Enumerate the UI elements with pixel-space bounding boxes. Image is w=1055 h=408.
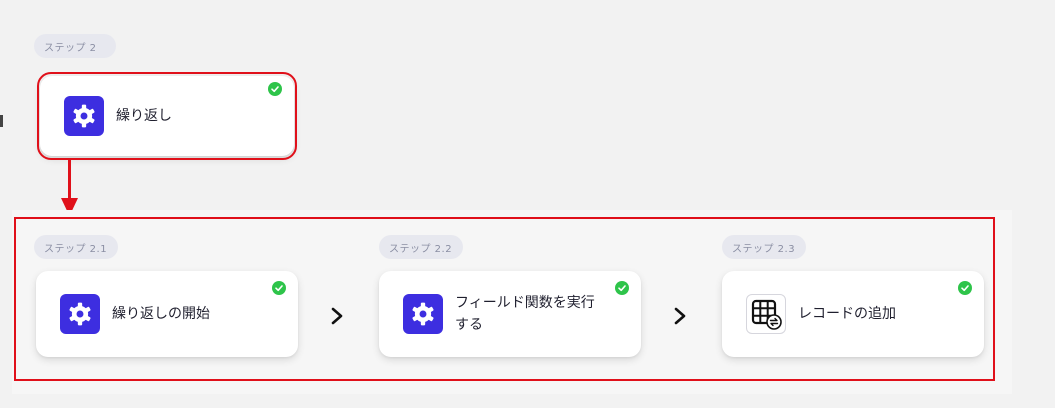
- substep-card-add-record[interactable]: レコードの追加: [722, 271, 984, 357]
- edge-mark: [0, 115, 3, 127]
- substep-label-pill: ステップ 2.3: [722, 235, 806, 259]
- table-sync-icon: [746, 294, 786, 334]
- connector-arrow: [68, 160, 71, 202]
- substep-label-text: ステップ 2.1: [44, 243, 108, 255]
- step-label-pill: ステップ 2: [34, 34, 116, 58]
- gear-icon: [60, 294, 100, 334]
- substep-card-label-line2: する: [455, 317, 483, 333]
- substep-label-text: ステップ 2.2: [389, 243, 453, 255]
- substep-card-label-line1: フィールド関数を実行: [455, 295, 595, 311]
- check-circle-icon: [958, 281, 972, 295]
- highlight-step-card: [37, 72, 297, 160]
- check-circle-icon: [272, 281, 286, 295]
- substep-card-run-field-function[interactable]: フィールド関数を実行 する: [379, 271, 641, 357]
- substep-card-start-loop[interactable]: 繰り返しの開始: [36, 271, 298, 357]
- check-circle-icon: [615, 281, 629, 295]
- step-label-text: ステップ 2: [44, 42, 97, 54]
- chevron-right-icon: [673, 306, 687, 331]
- substep-card-label: レコードの追加: [798, 306, 896, 322]
- chevron-right-icon: [330, 306, 344, 331]
- substep-card-label: 繰り返しの開始: [112, 306, 210, 322]
- substep-label-pill: ステップ 2.1: [34, 235, 118, 259]
- substep-card-label: フィールド関数を実行 する: [455, 292, 595, 336]
- gear-icon: [403, 294, 443, 334]
- substep-label-pill: ステップ 2.2: [379, 235, 463, 259]
- substep-label-text: ステップ 2.3: [732, 243, 796, 255]
